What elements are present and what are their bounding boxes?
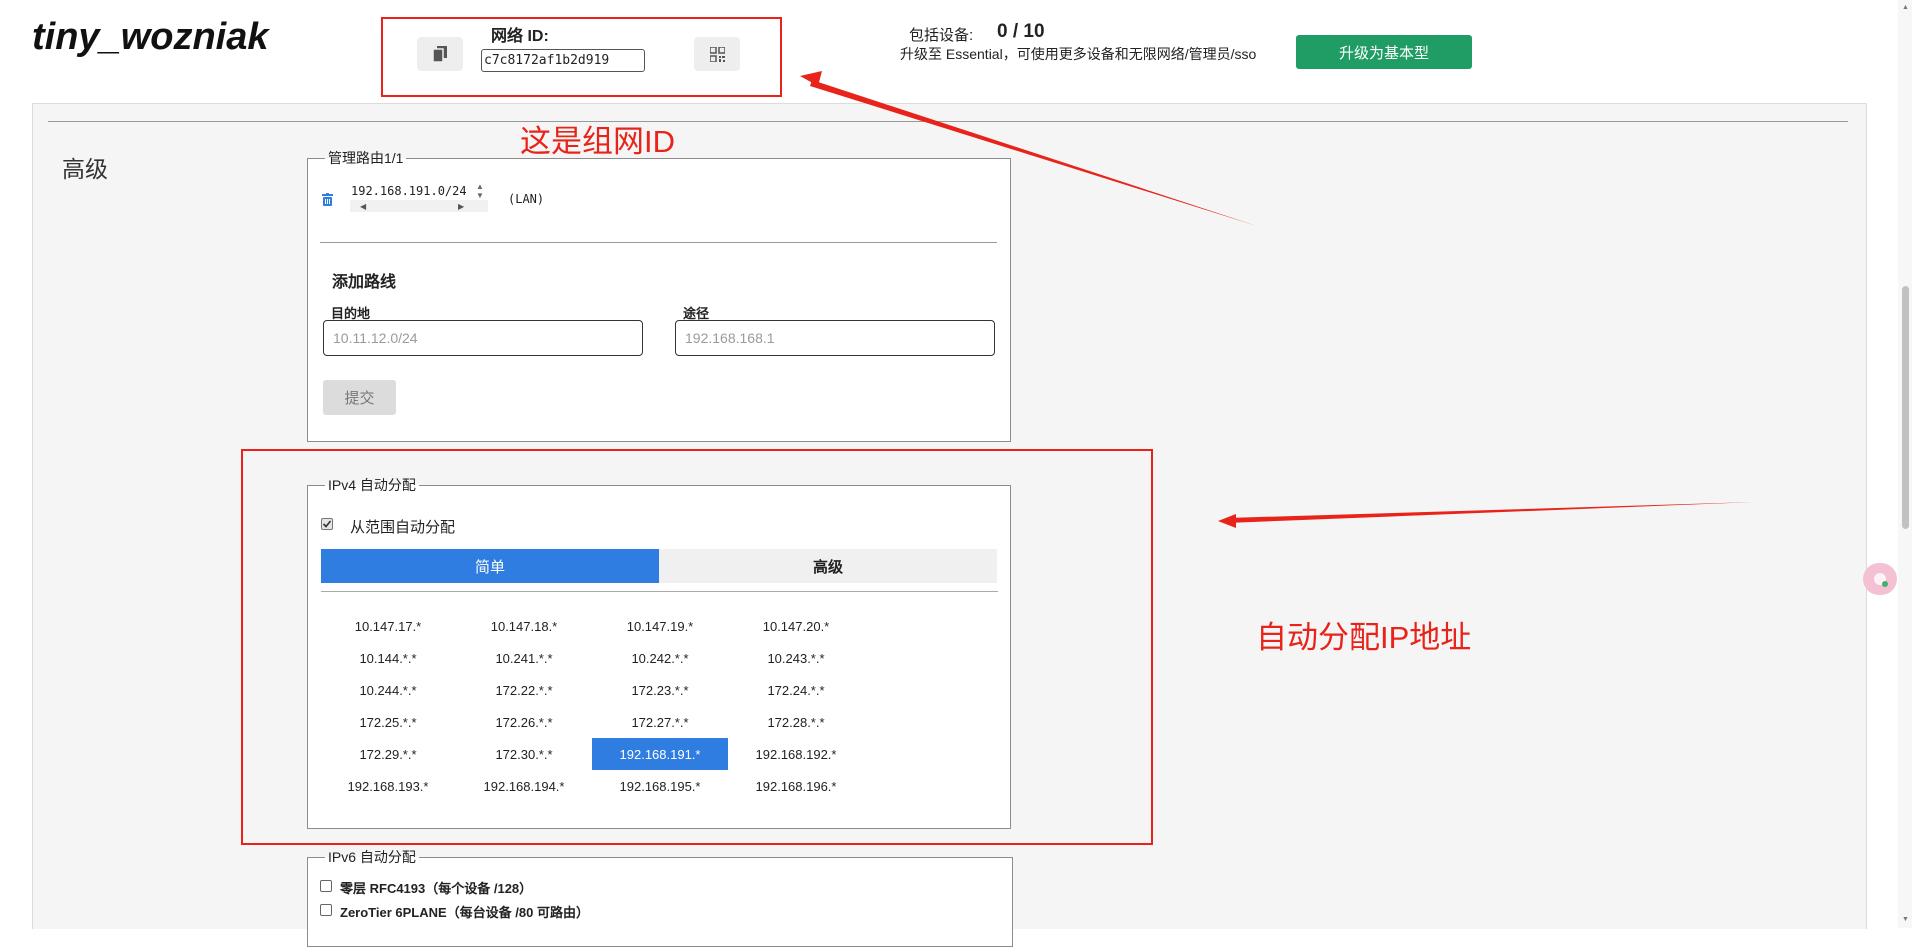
scrollbar-thumb[interactable] [1902,286,1909,529]
scroll-down-icon[interactable]: ▼ [1902,916,1909,923]
scroll-up-icon[interactable]: ▲ [1902,4,1909,11]
chat-icon [1874,573,1888,587]
floating-assistant-icon[interactable] [1863,563,1897,595]
annotation-arrows [800,71,1756,528]
arrow-head-ipv4 [1218,514,1236,528]
arrow-to-ipv4 [1227,502,1756,523]
arrow-to-network-id [810,80,1257,226]
